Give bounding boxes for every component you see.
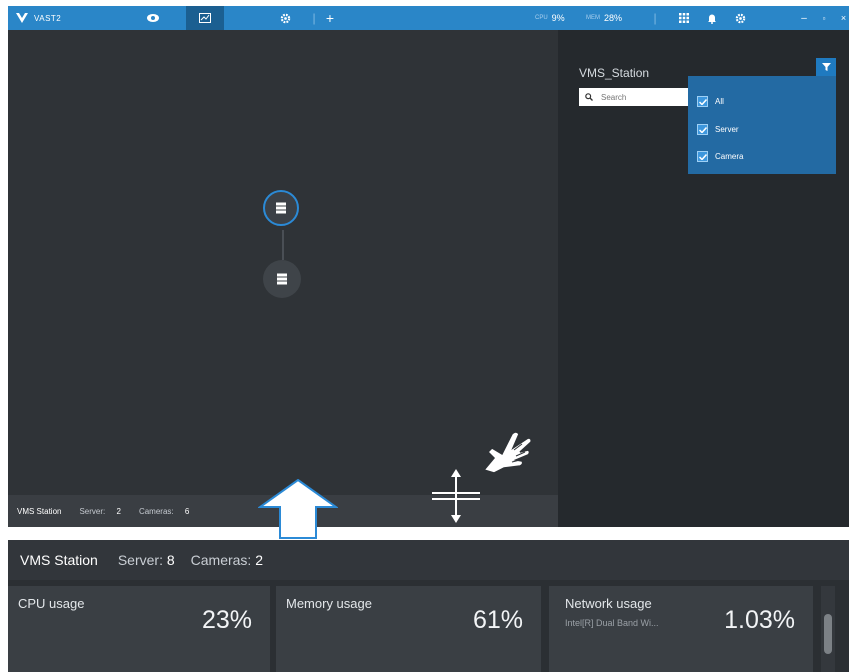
mem-label: MEM — [586, 15, 600, 21]
app-title: VAST2 — [34, 13, 62, 23]
card-title: Memory usage — [286, 596, 372, 611]
cameras-count: 2 — [255, 552, 264, 568]
cameras-label: Cameras: — [138, 506, 174, 516]
panel-title: VMS_Station — [579, 66, 650, 80]
filter-option-all[interactable]: All — [697, 96, 724, 107]
cameras-count: 6 — [184, 506, 190, 516]
cpu-meter: CPU 9% — [535, 6, 565, 30]
cpu-label: CPU — [535, 15, 548, 21]
card-title: Network usage — [565, 596, 652, 611]
filter-icon — [821, 63, 831, 71]
memory-meter: MEM 28% — [586, 6, 622, 30]
server-count: 8 — [166, 552, 175, 568]
checkbox-checked-icon[interactable] — [697, 96, 708, 107]
cpu-usage-card[interactable]: CPU usage 23% — [8, 586, 270, 672]
filter-option-label: Server — [715, 125, 739, 134]
mem-value: 28% — [604, 13, 623, 23]
cpu-value: 9% — [551, 13, 565, 23]
minimize-button[interactable]: – — [796, 6, 812, 30]
station-title: VMS Station — [20, 552, 98, 568]
filter-dropdown: All Server Camera — [688, 76, 836, 174]
monitor-chart-icon — [199, 13, 211, 23]
filter-option-label: All — [715, 97, 724, 106]
notifications-button[interactable] — [702, 6, 722, 30]
vivotek-logo-icon — [16, 13, 28, 23]
maximize-button[interactable]: ▫ — [816, 6, 832, 30]
network-usage-card[interactable]: Network usage Intel[R] Dual Band Wi... 1… — [549, 586, 813, 672]
server-count: 2 — [116, 506, 121, 516]
hand-pointer-icon — [482, 431, 532, 474]
gear-icon — [280, 13, 290, 23]
tab-liveview[interactable] — [138, 6, 168, 30]
server-label: Server: — [117, 552, 163, 568]
gear-icon — [735, 13, 745, 23]
tab-dashboard[interactable] — [186, 6, 224, 30]
dashboard-window: VMS Station Server: 8 Cameras: 2 CPU usa… — [8, 540, 849, 672]
top-bar: VAST2 | + CPU 9% MEM 28% | – ▫ × — [8, 6, 849, 30]
server-label: Server: — [79, 506, 106, 516]
station-panel: VMS_Station All Server Camera — [558, 30, 849, 527]
filter-option-camera[interactable]: Camera — [697, 151, 743, 162]
search-field[interactable] — [579, 88, 694, 106]
station-title: VMS Station — [17, 506, 62, 516]
server-icon — [276, 202, 286, 214]
memory-usage-card[interactable]: Memory usage 61% — [276, 586, 541, 672]
search-input[interactable] — [599, 91, 683, 103]
layout-grid-button[interactable] — [674, 6, 694, 30]
status-bar[interactable]: VMS Station Server: 8 Cameras: 2 — [8, 540, 849, 580]
cameras-label: Cameras: — [190, 552, 252, 568]
filter-option-server[interactable]: Server — [697, 124, 739, 135]
bell-icon — [708, 14, 716, 24]
checkbox-checked-icon[interactable] — [697, 124, 708, 135]
server-node[interactable] — [263, 260, 301, 298]
node-connector — [282, 230, 284, 260]
card-value: 1.03% — [724, 606, 795, 634]
server-node-selected[interactable] — [263, 190, 299, 226]
toolbar-divider: | — [653, 11, 657, 25]
add-tab-button[interactable]: + — [320, 6, 340, 30]
network-adapter-name: Intel[R] Dual Band Wi... — [565, 618, 659, 628]
server-icon — [277, 273, 287, 285]
card-title: CPU usage — [18, 596, 85, 611]
close-button[interactable]: × — [838, 6, 849, 30]
vast2-main-window: VAST2 | + CPU 9% MEM 28% | – ▫ × VMS Sta… — [8, 6, 849, 527]
scrollbar-thumb[interactable] — [824, 614, 832, 654]
up-arrow-icon — [258, 479, 338, 539]
search-icon — [585, 93, 593, 101]
filter-option-label: Camera — [715, 152, 744, 161]
tab-settings[interactable] — [270, 6, 300, 30]
app-logo: VAST2 — [16, 6, 61, 30]
topology-canvas[interactable]: VMS Station Server: 2 Cameras: 6 — [8, 30, 558, 527]
tab-divider: | — [312, 11, 316, 25]
grid-icon — [679, 13, 689, 23]
scrollbar[interactable] — [821, 586, 835, 672]
resize-handle-icon — [432, 469, 480, 523]
eye-icon — [147, 14, 159, 22]
card-value: 23% — [201, 606, 252, 634]
filter-button[interactable] — [816, 58, 836, 76]
checkbox-checked-icon[interactable] — [697, 151, 708, 162]
card-value: 61% — [472, 606, 523, 634]
settings-button[interactable] — [730, 6, 750, 30]
